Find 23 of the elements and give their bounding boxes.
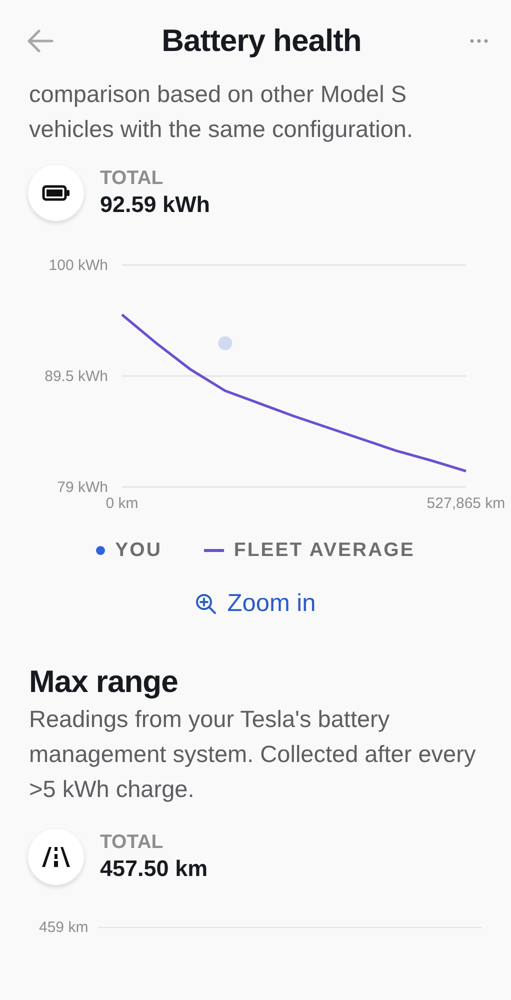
zoom-in-icon [195, 593, 218, 615]
x-axis-label: 527,865 km [426, 495, 506, 512]
legend-label: YOU [115, 539, 162, 562]
description-text: comparison based on other Model S vehicles with the same configuration. [28, 80, 414, 144]
battery-icon [42, 185, 70, 201]
stat-label: TOTAL [100, 830, 164, 854]
stat-value: 92.59 kWh [100, 191, 210, 219]
data-point [218, 336, 232, 350]
y-axis-label: 100 kWh [48, 257, 108, 274]
y-axis-label: 89.5 kWh [44, 368, 108, 385]
section-heading: Max range [28, 663, 179, 701]
description-text: Readings from your Tesla's battery management system. Collected after every >5 kWh charge. [28, 705, 477, 804]
y-axis-label: 79 kWh [57, 479, 108, 496]
legend-label: FLEET AVERAGE [234, 539, 415, 562]
page-title: Battery health [162, 23, 362, 59]
road-icon [40, 846, 72, 868]
more-options-icon[interactable] [468, 38, 489, 44]
back-arrow-icon[interactable] [26, 29, 54, 53]
x-axis-label: 0 km [106, 495, 138, 512]
stat-value: 457.50 km [100, 855, 208, 883]
stat-label: TOTAL [100, 166, 164, 190]
zoom-in-link[interactable]: Zoom in [195, 590, 316, 618]
y-axis-label: 459 km [39, 919, 88, 936]
